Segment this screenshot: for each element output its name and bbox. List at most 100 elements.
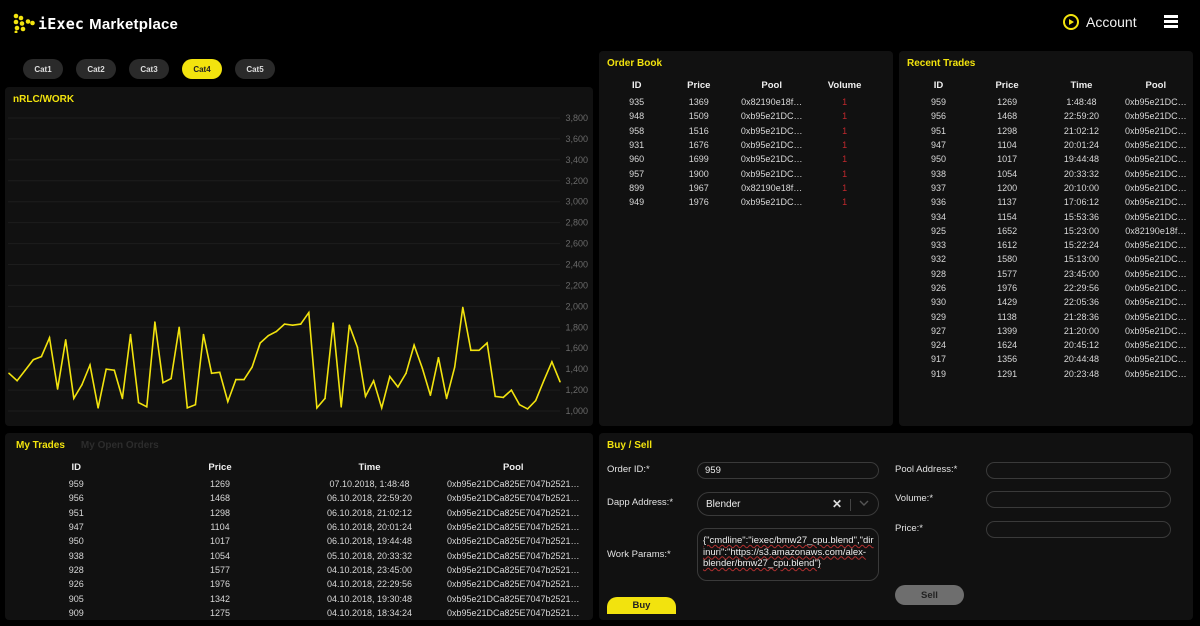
data-point[interactable] bbox=[186, 407, 189, 409]
data-point[interactable] bbox=[129, 333, 132, 336]
table-row[interactable]: 933 1612 15:22:24 0xb95e21DC… bbox=[907, 238, 1193, 252]
data-point[interactable] bbox=[218, 371, 221, 374]
data-point[interactable] bbox=[259, 342, 261, 344]
table-row[interactable]: 938 1054 20:33:32 0xb95e21DC… bbox=[907, 166, 1193, 180]
data-point[interactable] bbox=[32, 358, 35, 361]
data-point[interactable] bbox=[437, 356, 440, 359]
tab-my-trades[interactable]: My Trades bbox=[16, 440, 65, 451]
data-point[interactable] bbox=[113, 369, 116, 371]
data-point[interactable] bbox=[267, 334, 270, 337]
table-row[interactable]: 938 1054 05.10.2018, 20:33:32 0xb95e21DCa82… bbox=[13, 548, 588, 562]
column-header-pool[interactable]: Pool bbox=[1119, 75, 1193, 95]
table-row[interactable]: 929 1138 21:28:36 0xb95e21DC… bbox=[907, 309, 1193, 323]
data-point[interactable] bbox=[340, 406, 343, 408]
data-point[interactable] bbox=[470, 349, 472, 352]
data-point[interactable] bbox=[89, 364, 91, 366]
clear-icon[interactable]: ✕ bbox=[832, 497, 842, 511]
data-point[interactable] bbox=[16, 379, 18, 382]
data-point[interactable] bbox=[429, 394, 432, 397]
data-point[interactable] bbox=[510, 389, 513, 391]
sell-button[interactable]: Sell bbox=[895, 585, 964, 605]
data-point[interactable] bbox=[421, 367, 424, 369]
account-button[interactable]: Account bbox=[1063, 14, 1137, 30]
data-point[interactable] bbox=[170, 377, 172, 380]
column-header-time[interactable]: Time bbox=[1044, 75, 1118, 95]
data-point[interactable] bbox=[210, 372, 213, 375]
column-header-time[interactable]: Time bbox=[301, 457, 439, 477]
data-point[interactable] bbox=[356, 346, 359, 348]
data-point[interactable] bbox=[8, 372, 10, 375]
table-row[interactable]: 950 1017 06.10.2018, 19:44:48 0xb95e21DCa82… bbox=[13, 534, 588, 548]
data-point[interactable] bbox=[453, 366, 456, 368]
data-point[interactable] bbox=[24, 369, 27, 371]
data-point[interactable] bbox=[154, 321, 156, 323]
data-point[interactable] bbox=[494, 395, 496, 398]
table-row[interactable]: 960 1699 0xb95e21DC… 1 bbox=[607, 152, 877, 166]
table-row[interactable]: 951 1298 21:02:12 0xb95e21DC… bbox=[907, 124, 1193, 138]
order-id-input[interactable] bbox=[697, 462, 879, 479]
data-point[interactable] bbox=[251, 366, 253, 368]
table-row[interactable]: 899 1967 0x82190e18f… 1 bbox=[607, 181, 877, 195]
column-header-id[interactable]: ID bbox=[907, 75, 970, 95]
data-point[interactable] bbox=[526, 408, 529, 410]
table-row[interactable]: 937 1200 20:10:00 0xb95e21DC… bbox=[907, 181, 1193, 195]
data-point[interactable] bbox=[486, 342, 488, 344]
table-row[interactable]: 932 1580 15:13:00 0xb95e21DC… bbox=[907, 252, 1193, 266]
table-row[interactable]: 958 1516 0xb95e21DC… 1 bbox=[607, 124, 877, 138]
data-point[interactable] bbox=[291, 324, 294, 326]
table-row[interactable]: 956 1468 22:59:20 0xb95e21DC… bbox=[907, 109, 1193, 123]
data-point[interactable] bbox=[372, 379, 375, 382]
table-row[interactable]: 959 1269 1:48:48 0xb95e21DC… bbox=[907, 95, 1193, 109]
volume-input[interactable] bbox=[986, 491, 1171, 508]
data-point[interactable] bbox=[243, 378, 245, 381]
table-row[interactable]: 905 1342 04.10.2018, 19:30:48 0xb95e21DCa82… bbox=[13, 591, 588, 605]
table-row[interactable]: 950 1017 19:44:48 0xb95e21DC… bbox=[907, 152, 1193, 166]
table-row[interactable]: 936 1137 17:06:12 0xb95e21DC… bbox=[907, 195, 1193, 209]
category-tab-cat2[interactable]: Cat2 bbox=[76, 59, 116, 79]
data-point[interactable] bbox=[397, 386, 399, 388]
data-point[interactable] bbox=[308, 311, 310, 314]
data-point[interactable] bbox=[405, 372, 407, 375]
work-params-textarea[interactable] bbox=[697, 528, 879, 581]
data-point[interactable] bbox=[121, 397, 124, 400]
category-tab-cat3[interactable]: Cat3 bbox=[129, 59, 169, 79]
column-header-price[interactable]: Price bbox=[666, 75, 731, 95]
data-point[interactable] bbox=[56, 388, 59, 390]
table-row[interactable]: 930 1429 22:05:36 0xb95e21DC… bbox=[907, 295, 1193, 309]
data-point[interactable] bbox=[559, 380, 561, 383]
price-input[interactable] bbox=[986, 521, 1171, 538]
table-row[interactable]: 959 1269 07.10.2018, 1:48:48 0xb95e21DCa825… bbox=[13, 477, 588, 491]
column-header-pool[interactable]: Pool bbox=[731, 75, 812, 95]
data-point[interactable] bbox=[137, 401, 140, 404]
category-tab-cat5[interactable]: Cat5 bbox=[235, 59, 275, 79]
data-point[interactable] bbox=[445, 397, 448, 400]
data-point[interactable] bbox=[502, 396, 505, 399]
column-header-price[interactable]: Price bbox=[970, 75, 1044, 95]
data-point[interactable] bbox=[194, 403, 197, 406]
buy-button[interactable]: Buy bbox=[607, 597, 676, 614]
data-point[interactable] bbox=[380, 407, 383, 409]
column-header-price[interactable]: Price bbox=[140, 457, 301, 477]
table-row[interactable]: 935 1369 0x82190e18f… 1 bbox=[607, 95, 877, 109]
data-point[interactable] bbox=[235, 378, 237, 381]
data-point[interactable] bbox=[518, 403, 521, 406]
data-point[interactable] bbox=[324, 397, 326, 400]
tab-my-open-orders[interactable]: My Open Orders bbox=[81, 440, 159, 451]
data-point[interactable] bbox=[48, 336, 51, 339]
data-point[interactable] bbox=[389, 375, 391, 378]
table-row[interactable]: 928 1577 04.10.2018, 23:45:00 0xb95e21DCa82… bbox=[13, 563, 588, 577]
table-row[interactable]: 956 1468 06.10.2018, 22:59:20 0xb95e21DCa82… bbox=[13, 491, 588, 505]
data-point[interactable] bbox=[178, 326, 180, 329]
table-row[interactable]: 925 1652 15:23:00 0x82190e18f… bbox=[907, 224, 1193, 238]
data-point[interactable] bbox=[73, 397, 75, 400]
table-row[interactable]: 927 1399 21:20:00 0xb95e21DC… bbox=[907, 324, 1193, 338]
hamburger-menu-icon[interactable] bbox=[1164, 15, 1178, 28]
table-row[interactable]: 947 1104 20:01:24 0xb95e21DC… bbox=[907, 138, 1193, 152]
data-point[interactable] bbox=[332, 322, 334, 324]
table-row[interactable]: 948 1509 0xb95e21DC… 1 bbox=[607, 109, 877, 123]
table-row[interactable]: 957 1900 0xb95e21DC… 1 bbox=[607, 166, 877, 180]
column-header-volume[interactable]: Volume bbox=[812, 75, 877, 95]
price-chart[interactable]: 1,000 1,200 1,400 1,600 1,800 2,000 2,200 2,400… bbox=[5, 87, 593, 426]
category-tab-cat1[interactable]: Cat1 bbox=[23, 59, 63, 79]
data-point[interactable] bbox=[145, 406, 148, 408]
